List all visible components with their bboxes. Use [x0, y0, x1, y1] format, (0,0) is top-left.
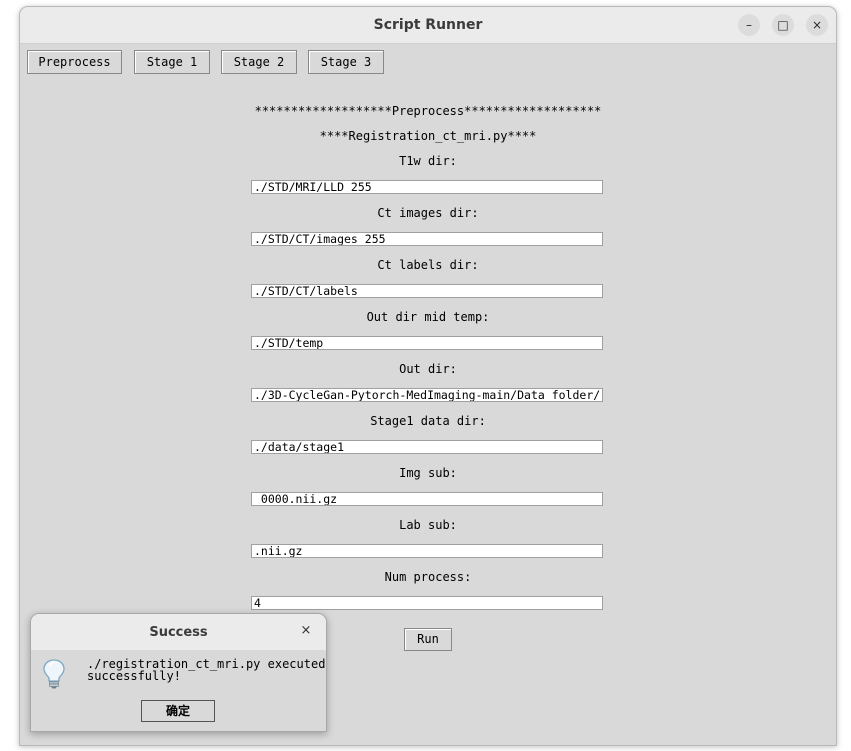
- run-button[interactable]: Run: [404, 628, 452, 651]
- lab-sub-label: Lab sub:: [399, 518, 457, 532]
- out-dir-label: Out dir:: [399, 362, 457, 376]
- t1w-dir-label: T1w dir:: [399, 154, 457, 168]
- minimize-button[interactable]: –: [738, 14, 760, 36]
- dialog-title: Success: [149, 625, 208, 640]
- dialog-title-bar[interactable]: Success ×: [31, 614, 326, 650]
- ct-labels-dir-label: Ct labels dir:: [377, 258, 479, 272]
- tab-stage-2[interactable]: Stage 2: [221, 50, 297, 74]
- section-header: *******************Preprocess***********…: [254, 104, 602, 118]
- maximize-button[interactable]: □: [772, 14, 794, 36]
- stage1-data-dir-label: Stage1 data dir:: [370, 414, 486, 428]
- window-title: Script Runner: [373, 17, 483, 33]
- num-process-input[interactable]: 4: [251, 596, 603, 610]
- img-sub-label: Img sub:: [399, 466, 457, 480]
- lightbulb-icon: [43, 659, 65, 689]
- close-button[interactable]: ×: [806, 14, 828, 36]
- ct-images-dir-label: Ct images dir:: [377, 206, 479, 220]
- ct-images-dir-input[interactable]: ./STD/CT/images_255: [251, 232, 603, 246]
- script-name: ****Registration_ct_mri.py****: [319, 129, 537, 143]
- tab-stage-1[interactable]: Stage 1: [134, 50, 210, 74]
- num-process-label: Num process:: [384, 570, 472, 584]
- ct-labels-dir-input[interactable]: ./STD/CT/labels: [251, 284, 603, 298]
- lab-sub-input[interactable]: .nii.gz: [251, 544, 603, 558]
- t1w-dir-input[interactable]: ./STD/MRI/LLD_255: [251, 180, 603, 194]
- ok-button[interactable]: 确定: [141, 700, 215, 722]
- dialog-close-button[interactable]: ×: [299, 624, 313, 638]
- dialog-message: ./registration_ct_mri.py executed succes…: [87, 657, 326, 683]
- tab-preprocess[interactable]: Preprocess: [27, 50, 122, 74]
- title-bar[interactable]: Script Runner – □ ×: [20, 7, 836, 44]
- out-dir-mid-temp-input[interactable]: ./STD/temp: [251, 336, 603, 350]
- success-dialog: Success × ./registration_ct_mri.py execu…: [30, 613, 327, 732]
- out-dir-mid-temp-label: Out dir mid temp:: [366, 310, 490, 324]
- tab-stage-3[interactable]: Stage 3: [308, 50, 384, 74]
- img-sub-input[interactable]: _0000.nii.gz: [251, 492, 603, 506]
- out-dir-input[interactable]: ./3D-CycleGan-Pytorch-MedImaging-main/Da…: [251, 388, 603, 402]
- stage1-data-dir-input[interactable]: ./data/stage1: [251, 440, 603, 454]
